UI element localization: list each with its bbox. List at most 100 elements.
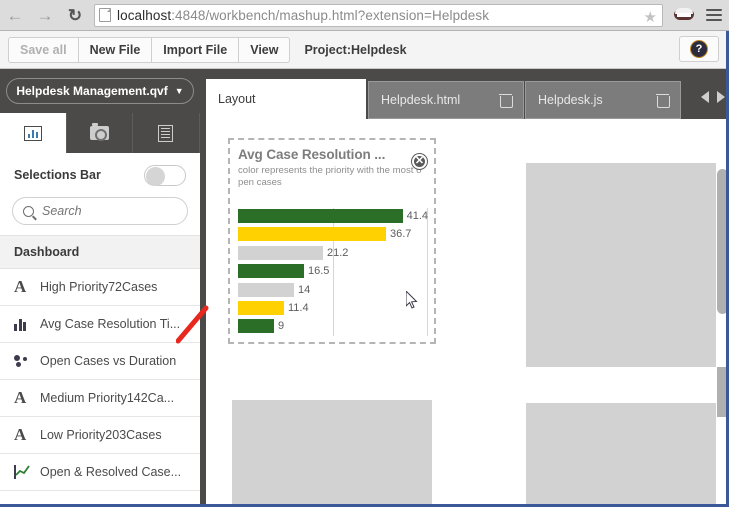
back-arrow-icon[interactable]: ← [0,1,30,29]
chart-subtitle: color represents the priority with the m… [238,165,422,188]
app-selector-header: Helpdesk Management.qvf ▼ [0,69,200,113]
search-box[interactable] [12,197,188,225]
import-file-button[interactable]: Import File [152,36,240,63]
chart-bar-row: 21.2 [238,245,428,261]
panel-tab-snapshots[interactable] [67,113,134,153]
chart-bar-value: 41.4 [406,210,428,222]
search-input[interactable] [42,204,177,218]
text-kpi-icon: A [14,388,27,407]
chart-bar [238,282,294,297]
main-area: Layout Helpdesk.html Helpdesk.js Avg Cas… [206,69,729,507]
close-icon[interactable]: ✕ [412,154,427,169]
reload-icon[interactable]: ↻ [60,1,90,29]
chart-bar [238,245,323,260]
chevron-left-icon[interactable] [701,91,709,103]
chart-bar-value: 14 [298,283,311,296]
file-tab-strip: Layout Helpdesk.html Helpdesk.js [206,69,729,119]
list-item-label: Low Priority203Cases [40,428,162,442]
panel-tab-charts[interactable] [0,113,67,153]
list-item[interactable]: A Low Priority203Cases [0,417,200,454]
project-label: Project:Helpdesk [304,42,407,57]
list-item[interactable]: Open & Resolved Case... [0,454,200,491]
list-item[interactable]: Open Cases vs Duration [0,343,200,380]
tab-helpdesk-js[interactable]: Helpdesk.js [525,81,681,119]
chart-bar-row: 36.7 [238,226,428,242]
bookmark-star-icon[interactable]: ★ [644,8,657,26]
list-item-label: Medium Priority142Ca... [40,391,175,405]
tab-scroll-arrows [701,91,725,103]
chart-bar-value: 11.4 [288,301,309,314]
chevron-right-icon[interactable] [717,91,725,103]
tab-layout[interactable]: Layout [206,79,366,119]
placeholder-block [526,403,716,507]
text-kpi-icon: A [14,277,27,296]
selections-bar-toggle[interactable] [144,164,186,186]
search-container [0,197,200,235]
line-chart-icon [14,465,40,479]
bar-chart-icon [23,125,42,141]
browser-window: ← → ↻ localhost:4848/workbench/mashup.ht… [0,0,729,507]
app-name-label: Helpdesk Management.qvf [16,84,168,98]
camera-icon [89,123,109,141]
tab-helpdesk-html[interactable]: Helpdesk.html [368,81,524,119]
chart-bar-row: 41.4 [238,208,428,224]
toggle-knob [146,166,165,186]
new-file-button[interactable]: New File [78,36,153,63]
placeholder-block [232,400,432,507]
selections-bar-row: Selections Bar [0,153,200,197]
incognito-mask-icon[interactable] [669,1,699,29]
chart-bar-value: 36.7 [390,228,412,241]
list-item-label: Open & Resolved Case... [40,465,182,479]
address-bar[interactable]: localhost:4848/workbench/mashup.html?ext… [94,3,663,27]
chart-bar-row: 14 [238,282,428,298]
list-item[interactable]: Avg Case Resolution Ti... [0,306,200,343]
close-trash-icon[interactable] [656,93,670,108]
left-panel: Helpdesk Management.qvf ▼ Selections Bar [0,69,200,507]
forward-arrow-icon[interactable]: → [30,1,60,29]
hamburger-menu-icon[interactable] [699,1,729,29]
browser-chrome: ← → ↻ localhost:4848/workbench/mashup.ht… [0,0,729,31]
chart-title: Avg Case Resolution ... [238,147,386,162]
question-mark-icon: ? [691,41,707,57]
chart-bar [238,300,284,315]
chart-bar-value: 21.2 [327,246,349,259]
chart-bar [238,264,304,279]
chevron-down-icon: ▼ [174,86,184,96]
layout-canvas: Avg Case Resolution ... color represents… [206,119,729,507]
bar-chart-icon [14,317,40,331]
search-icon [23,205,34,217]
scatter-plot-icon [14,354,40,368]
chart-bar [238,209,403,223]
selections-bar-label: Selections Bar [14,168,101,182]
list-item[interactable]: A High Priority72Cases [0,269,200,306]
panel-tab-fields[interactable] [133,113,200,153]
mouse-cursor [406,291,418,309]
app-toolbar: Save all New File Import File View Proje… [0,31,729,69]
chart-bar-row: 16.5 [238,263,428,279]
save-all-button[interactable]: Save all [8,36,79,63]
help-button[interactable]: ? [679,36,719,62]
view-button[interactable]: View [239,36,291,63]
url-text: localhost:4848/workbench/mashup.html?ext… [117,8,489,23]
section-header-dashboard: Dashboard [0,235,200,269]
bar-chart-plot: 41.4 36.7 21.2 16.5 14 11.4 9 [238,208,428,336]
app-selector-dropdown[interactable]: Helpdesk Management.qvf ▼ [6,78,194,104]
chart-bar-row: 9 [238,318,428,334]
list-item-label: Avg Case Resolution Ti... [40,317,181,331]
list-item-label: Open Cases vs Duration [40,354,177,368]
close-trash-icon[interactable] [499,93,513,108]
object-list: A High Priority72Cases Avg Case Resoluti… [0,269,200,491]
page-document-icon [99,8,111,22]
chart-bar-row: 11.4 [238,300,428,316]
chart-bar [238,227,386,242]
list-icon [158,124,174,142]
chart-widget[interactable]: Avg Case Resolution ... color represents… [228,138,436,344]
url-host: localhost [117,7,172,23]
chart-bar-value: 16.5 [308,265,330,278]
list-item[interactable]: A Medium Priority142Ca... [0,380,200,417]
tab-label: Layout [218,92,256,106]
list-item-label: High Priority72Cases [40,280,158,294]
text-kpi-icon: A [14,425,27,444]
chart-bar-value: 9 [278,320,285,333]
panel-tab-strip [0,113,200,153]
